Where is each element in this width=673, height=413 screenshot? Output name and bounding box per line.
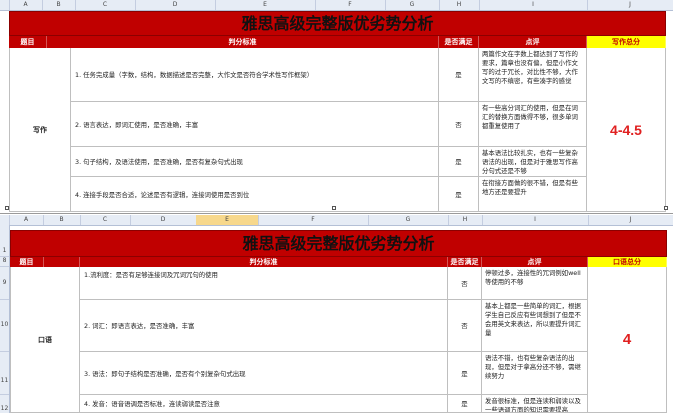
column-header-h[interactable]: H [448, 215, 483, 225]
screenshot-divider [0, 213, 673, 214]
column-header-f[interactable]: F [315, 0, 386, 10]
row-number[interactable]: 12 [0, 394, 9, 413]
column-header-c[interactable]: C [75, 0, 136, 10]
criteria-row[interactable]: 1.流利度：是否有足够连接词及冗词冗句的使用 [80, 267, 448, 300]
column-header-f[interactable]: F [258, 215, 369, 225]
category-writing[interactable]: 写作 [9, 48, 71, 212]
comment-cell[interactable]: 语法不错，也有些复杂语法的出现，但是对于拿高分还不够，需继续努力 [482, 352, 588, 395]
column-header-b[interactable]: B [42, 0, 76, 10]
criteria-row[interactable]: 3. 句子结构，及语法使用，是否准确，是否有复杂句式出现 [71, 147, 439, 177]
comment-cell[interactable]: 基本语法比较扎实，也有一些复杂语法的出现，但是对于雅思写作高分句式还是不够 [479, 147, 587, 177]
column-header-c[interactable]: C [80, 215, 131, 225]
row-number[interactable]: 11 [0, 351, 9, 395]
met-value[interactable]: 否 [448, 267, 482, 300]
column-header-a[interactable]: A [9, 215, 44, 225]
column-header-j[interactable]: J [588, 215, 673, 225]
header-total: 写作总分 [587, 36, 666, 48]
column-header-d[interactable]: D [130, 215, 197, 225]
speaking-total-score[interactable]: 4 [588, 267, 667, 413]
writing-total-score[interactable]: 4-4.5 [587, 48, 666, 212]
comment-cell[interactable]: 基本上都是一些简单的词汇，根据学生自己反应有些词想到了但是不会用英文来表达，所以… [482, 300, 588, 352]
category-speaking[interactable]: 口语 [10, 267, 80, 413]
comment-cell[interactable]: 停顿过多，连接性的冗词例如well等使用的不够 [482, 267, 588, 300]
met-value[interactable]: 是 [439, 48, 479, 102]
column-header-a[interactable]: A [9, 0, 43, 10]
header-criteria: 判分标准 [47, 36, 439, 48]
sheet-title: 雅思高级完整版优劣势分析 [9, 11, 666, 36]
sheet-title: 雅思高级完整版优劣势分析 [10, 230, 667, 257]
column-header-j[interactable]: J [587, 0, 673, 10]
selection-handle[interactable] [5, 206, 9, 210]
met-value[interactable]: 是 [439, 177, 479, 212]
header-met: 是否满足 [448, 257, 482, 267]
header-met: 是否满足 [439, 36, 479, 48]
row-number[interactable]: 10 [0, 299, 9, 352]
header-item: 题目 [9, 36, 47, 48]
top-sheet: A B C D E F G H I J 雅思高级完整版优劣势分析 题目 判分标准… [0, 0, 673, 212]
header-criteria: 判分标准 [80, 257, 448, 267]
row-number[interactable]: 9 [0, 266, 9, 300]
header-comment: 点评 [479, 36, 587, 48]
column-header-i[interactable]: I [482, 215, 589, 225]
column-header-h[interactable]: H [439, 0, 480, 10]
criteria-row[interactable]: 4. 发音：语音语调是否标准，连读弱读是否注意 [80, 395, 448, 413]
header-fill [44, 257, 80, 267]
column-header-e[interactable]: E [215, 0, 316, 10]
criteria-row[interactable]: 2. 语言表达，即词汇使用，是否准确，丰富 [71, 102, 439, 147]
header-total: 口语总分 [588, 257, 667, 267]
met-value[interactable]: 是 [448, 352, 482, 395]
criteria-row[interactable]: 4. 连接手段是否合适，论述是否有逻辑，连接词使用是否到位 [71, 177, 439, 212]
column-header-bar: A B C D E F G H I J [0, 215, 673, 226]
column-header-bar: A B C D E F G H I J [0, 0, 673, 11]
criteria-row[interactable]: 2. 词汇：即语言表达，是否准确，丰富 [80, 300, 448, 352]
criteria-row[interactable]: 1. 任务完成量（字数，结构，数据描述是否完整，大作文是否符合学术性写作框架） [71, 48, 439, 102]
column-header-g[interactable]: G [368, 215, 449, 225]
met-value[interactable]: 是 [448, 395, 482, 413]
header-comment: 点评 [482, 257, 588, 267]
selection-handle[interactable] [332, 206, 336, 210]
row-header-bar: 1 8 9 10 11 12 [0, 225, 10, 413]
comment-cell[interactable]: 两篇作文在字数上都达到了写作的要求，篇章也没有偏，但是小作文写的过于冗长，对比性… [479, 48, 587, 102]
met-value[interactable]: 是 [439, 147, 479, 177]
column-header-i[interactable]: I [479, 0, 588, 10]
comment-cell[interactable]: 有一些高分词汇的使用，但是在词汇的替换方面做得不够，很多单词都重复使用了 [479, 102, 587, 147]
met-value[interactable]: 否 [439, 102, 479, 147]
column-header-d[interactable]: D [135, 0, 216, 10]
comment-cell[interactable]: 在衔接方面做的很不错，但是有些地方还是要提升 [479, 177, 587, 212]
column-header-b[interactable]: B [43, 215, 81, 225]
comment-cell[interactable]: 发音很标准，但是连读和弱读以及一些语调方面的知识需要提高 [482, 395, 588, 413]
column-header-e[interactable]: E [196, 215, 259, 225]
header-item: 题目 [10, 257, 44, 267]
bottom-sheet: A B C D E F G H I J 1 8 9 10 11 12 雅思高级完… [0, 215, 673, 413]
met-value[interactable]: 否 [448, 300, 482, 352]
criteria-row[interactable]: 3. 语法：即句子结构是否准确，是否有个别复杂句式出现 [80, 352, 448, 395]
column-header-g[interactable]: G [385, 0, 440, 10]
row-number[interactable]: 1 [0, 225, 9, 257]
selection-handle[interactable] [664, 206, 668, 210]
